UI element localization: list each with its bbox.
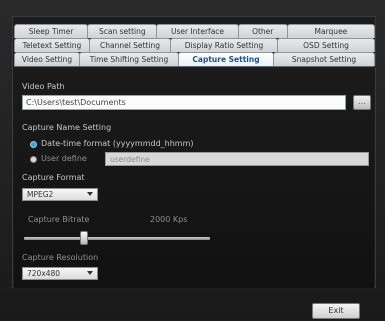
capture-format-select[interactable]: MPEG2 [22, 188, 98, 201]
tab-osd-setting[interactable]: OSD Setting [277, 38, 375, 52]
tab-sleep-timer[interactable]: Sleep Timer [14, 24, 89, 38]
capture-bitrate-label: Capture Bitrate [28, 215, 90, 224]
video-path-label: Video Path [22, 82, 65, 91]
tab-time-shifting-setting[interactable]: Time Shifting Setting [79, 52, 179, 66]
user-define-input[interactable]: userdefine [105, 152, 369, 166]
tab-scan-setting[interactable]: Scan setting [87, 24, 158, 38]
capture-format-label: Capture Format [22, 173, 85, 182]
tab-strip: Sleep Timer Scan setting User Interface … [14, 24, 376, 66]
capture-resolution-value: 720x480 [27, 269, 61, 278]
tab-capture-setting[interactable]: Capture Setting [178, 52, 274, 66]
chevron-down-icon [87, 192, 93, 196]
radio-user-define[interactable] [30, 156, 37, 163]
tab-teletext-setting[interactable]: Teletext Setting [14, 38, 90, 52]
datetime-format-label: Date-time format (yyyymmdd_hhmm) [41, 139, 194, 148]
bitrate-slider-track[interactable] [24, 237, 210, 240]
exit-button[interactable]: Exit [312, 303, 360, 319]
tab-snapshot-setting[interactable]: Snapshot Setting [273, 52, 375, 66]
capture-format-value: MPEG2 [27, 190, 54, 199]
capture-bitrate-value: 2000 Kps [150, 215, 188, 224]
tab-video-setting[interactable]: Video Setting [14, 52, 80, 66]
tab-row-3: Video Setting Time Shifting Setting Capt… [14, 52, 375, 66]
capture-name-label: Capture Name Setting [22, 123, 112, 132]
radio-datetime-format[interactable] [30, 141, 37, 148]
tab-row-2: Teletext Setting Channel Setting Display… [14, 38, 375, 52]
capture-resolution-select[interactable]: 720x480 [22, 267, 98, 280]
tab-channel-setting[interactable]: Channel Setting [89, 38, 171, 52]
capture-setting-content: Video Path C:\Users\test\Documents ... C… [14, 66, 374, 288]
tab-row-1: Sleep Timer Scan setting User Interface … [14, 24, 376, 38]
video-path-input[interactable]: C:\Users\test\Documents [22, 95, 346, 110]
tab-display-ratio-setting[interactable]: Display Ratio Setting [170, 38, 278, 52]
bitrate-slider-thumb[interactable] [79, 231, 88, 245]
user-define-label: User define [41, 154, 87, 163]
tab-user-interface[interactable]: User Interface [156, 24, 239, 38]
capture-resolution-label: Capture Resolution [22, 253, 99, 262]
chevron-down-icon [87, 271, 93, 275]
browse-button[interactable]: ... [353, 95, 371, 110]
tab-marquee[interactable]: Marquee [286, 24, 376, 38]
tab-other[interactable]: Other [237, 24, 288, 38]
